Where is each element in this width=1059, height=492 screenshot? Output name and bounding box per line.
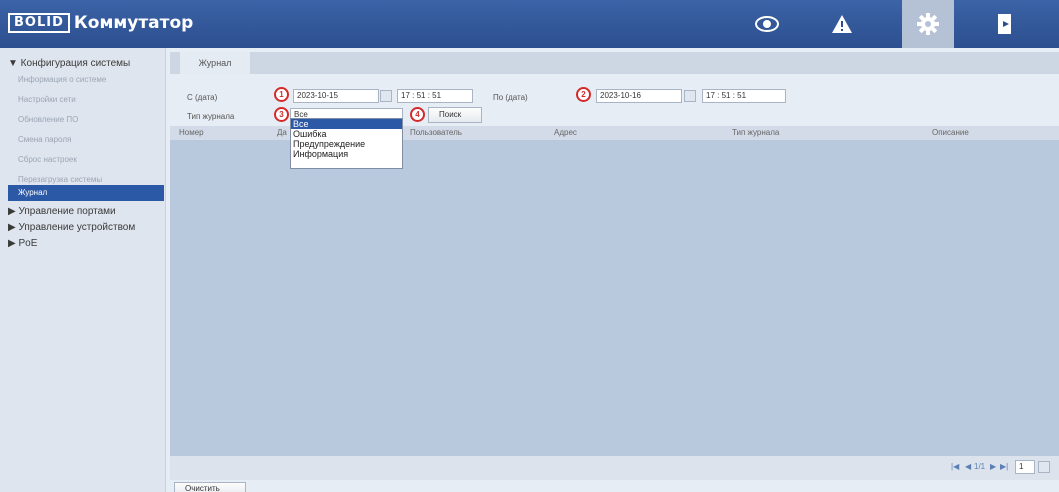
calendar-icon[interactable]	[684, 90, 696, 102]
sidebar-item-log[interactable]: Журнал	[8, 185, 164, 201]
callout-badge-3: 3	[274, 107, 289, 122]
go-page-button[interactable]	[1038, 461, 1050, 473]
sidebar-group-ports[interactable]: ▶ Управление портами	[8, 206, 116, 217]
top-header: BOLID Коммутатор	[0, 0, 1059, 48]
to-date-input[interactable]: 2023-10-16	[596, 89, 682, 103]
search-button[interactable]: Поиск	[428, 107, 482, 123]
eye-icon	[755, 16, 779, 32]
last-page-icon[interactable]: ▶|	[1000, 462, 1008, 471]
column-description: Описание	[932, 128, 969, 137]
monitor-button[interactable]	[741, 0, 793, 48]
gear-icon	[917, 13, 939, 35]
sidebar-group-device[interactable]: ▶ Управление устройством	[8, 222, 135, 233]
callout-badge-1: 1	[274, 87, 289, 102]
exit-icon	[998, 14, 1011, 34]
page-number-input[interactable]: 1	[1015, 460, 1035, 474]
app-title: Коммутатор	[73, 13, 194, 33]
column-log-type: Тип журнала	[732, 128, 780, 137]
tab-log[interactable]: Журнал	[180, 52, 250, 74]
logo-box: BOLID	[8, 13, 70, 33]
clear-button[interactable]: Очистить	[174, 482, 246, 492]
prev-page-icon[interactable]: ◀	[965, 462, 971, 471]
sidebar-group-system[interactable]: ▼ Конфигурация системы	[8, 58, 130, 69]
column-address: Адрес	[554, 128, 577, 137]
sidebar-item-network[interactable]: Настройки сети	[14, 92, 164, 108]
sidebar-group-poe[interactable]: ▶ PoE	[8, 238, 37, 249]
sidebar: ▼ Конфигурация системы Информация о сист…	[0, 48, 166, 492]
sidebar-item-reset[interactable]: Сброс настроек	[14, 152, 164, 168]
to-time-input[interactable]: 17 : 51 : 51	[702, 89, 786, 103]
option-warning[interactable]: Предупреждение	[291, 139, 402, 149]
column-date: Да	[277, 128, 287, 137]
first-page-icon[interactable]: |◀	[951, 462, 959, 471]
alarm-button[interactable]	[816, 0, 868, 48]
option-all[interactable]: Все	[291, 119, 402, 129]
from-date-label: С (дата)	[187, 93, 218, 102]
to-date-label: По (дата)	[493, 93, 528, 102]
sidebar-item-password[interactable]: Смена пароля	[14, 132, 164, 148]
settings-button[interactable]	[902, 0, 954, 48]
page-indicator: 1/1	[974, 462, 986, 471]
logo: BOLID Коммутатор	[8, 11, 193, 35]
calendar-icon[interactable]	[380, 90, 392, 102]
column-number: Номер	[179, 128, 204, 137]
sidebar-item-firmware[interactable]: Обновление ПО	[14, 112, 164, 128]
log-table: Номер Да Пользователь Адрес Тип журнала …	[170, 126, 1059, 456]
pagination-bar: |◀ ◀ 1/1 ▶ ▶| 1	[170, 456, 1059, 480]
from-time-input[interactable]: 17 : 51 : 51	[397, 89, 473, 103]
log-type-dropdown: Все Ошибка Предупреждение Информация	[290, 118, 403, 169]
next-page-icon[interactable]: ▶	[990, 462, 996, 471]
callout-badge-4: 4	[410, 107, 425, 122]
column-user: Пользователь	[410, 128, 462, 137]
sidebar-item-system-info[interactable]: Информация о системе	[14, 72, 164, 88]
logout-button[interactable]	[979, 0, 1031, 48]
tab-bar: Журнал	[170, 52, 1059, 74]
callout-badge-2: 2	[576, 87, 591, 102]
log-type-label: Тип журнала	[187, 112, 235, 121]
option-error[interactable]: Ошибка	[291, 129, 402, 139]
from-date-input[interactable]: 2023-10-15	[293, 89, 379, 103]
option-info[interactable]: Информация	[291, 149, 402, 159]
warning-icon	[832, 15, 852, 33]
